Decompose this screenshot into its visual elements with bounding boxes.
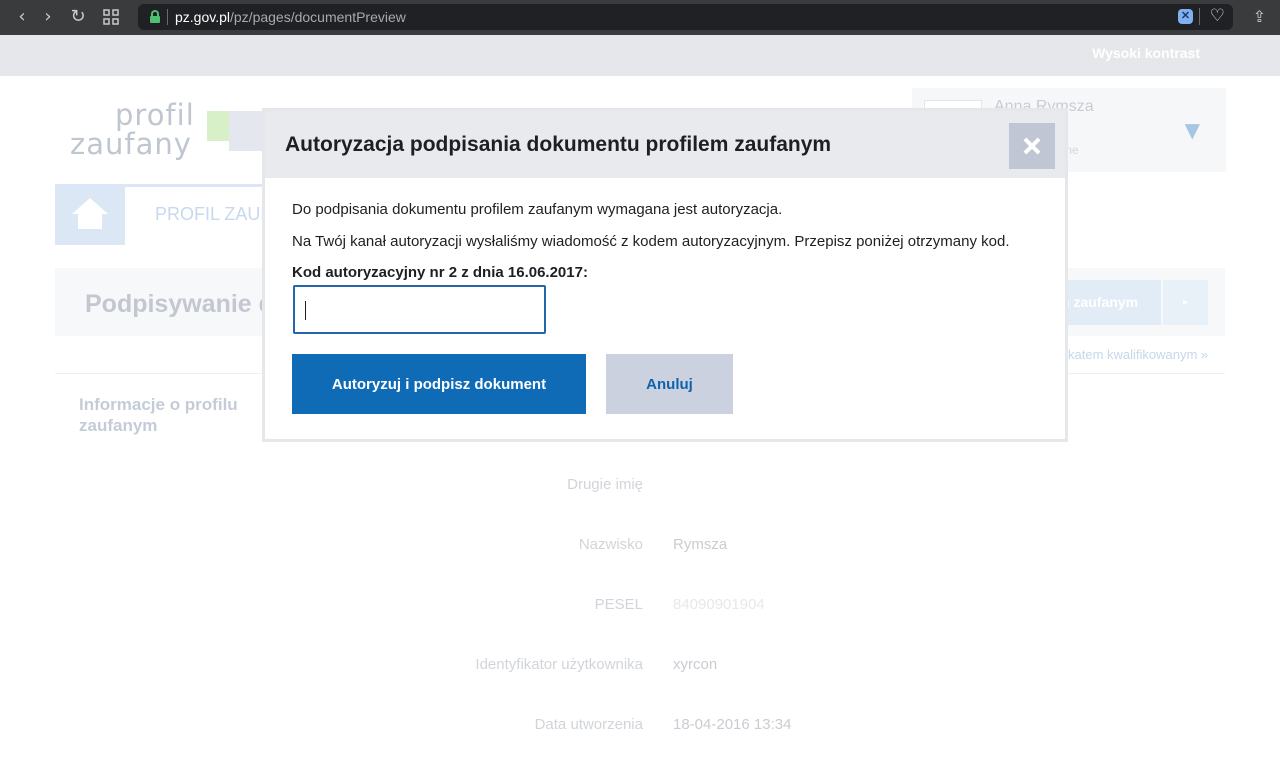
authorize-sign-button[interactable]: Autoryzuj i podpisz dokument — [292, 354, 586, 414]
accessibility-bar: Wysoki kontrast — [0, 35, 1280, 76]
sign-profile-button-label: n zaufanym — [1061, 294, 1139, 310]
toolbar-separator — [1199, 8, 1200, 25]
close-icon — [1009, 123, 1055, 169]
info-row: Identyfikator użytkownika xyrcon — [0, 656, 1280, 676]
url-separator — [167, 9, 168, 25]
forward-icon[interactable]: › — [37, 6, 59, 28]
info-label: Data utworzenia — [534, 716, 643, 733]
tab-indicator — [125, 184, 265, 187]
dialog-instructions-text: Na Twój kanał autoryzacji wysłaliśmy wia… — [292, 233, 1010, 250]
info-label: Drugie imię — [567, 476, 643, 493]
lock-icon — [150, 10, 160, 23]
heart-icon[interactable]: ♡ — [1210, 6, 1225, 27]
reload-icon[interactable]: ↻ — [67, 6, 89, 28]
share-icon[interactable]: ⇪ — [1253, 6, 1266, 28]
logo-line-1: profil — [115, 98, 195, 132]
url-path: /pz/pages/documentPreview — [230, 9, 406, 25]
dialog-title: Autoryzacja podpisania dokumentu profile… — [285, 133, 832, 156]
info-row: Drugie imię — [0, 476, 1280, 496]
address-bar[interactable]: pz.gov.pl/pz/pages/documentPreview ✕ ♡ — [138, 4, 1233, 30]
high-contrast-link[interactable]: Wysoki kontrast — [1092, 45, 1200, 61]
info-row: Nazwisko Rymsza — [0, 536, 1280, 556]
tab-home[interactable] — [55, 184, 125, 245]
logo-line-2: zaufany — [70, 127, 192, 161]
profil-zaufany-logo[interactable]: profil zaufany — [70, 101, 280, 166]
info-value: xyrcon — [673, 656, 718, 673]
url-text: pz.gov.pl/pz/pages/documentPreview — [175, 9, 406, 25]
back-icon[interactable]: ‹ — [11, 6, 33, 28]
info-section-header: Informacje o profilu zaufanym — [79, 395, 238, 435]
info-label: PESEL — [594, 596, 643, 613]
cancel-button[interactable]: Anuluj — [606, 354, 733, 414]
info-row: Data utworzenia 18-04-2016 13:34 — [0, 716, 1280, 736]
info-value: 84090901904 — [673, 596, 765, 613]
tab-profil-zaufany[interactable]: PROFIL ZAUF — [155, 204, 271, 225]
dialog-header: Autoryzacja podpisania dokumentu profile… — [265, 111, 1065, 178]
info-value: 18-04-2016 13:34 — [673, 716, 792, 733]
auth-code-input[interactable] — [293, 285, 546, 334]
info-label: Nazwisko — [578, 536, 643, 553]
authorization-dialog: Autoryzacja podpisania dokumentu profile… — [262, 108, 1068, 442]
info-label: Identyfikator użytkownika — [475, 656, 643, 673]
tabs-grid-icon[interactable] — [100, 6, 122, 28]
close-button[interactable] — [1009, 123, 1055, 169]
extension-icon[interactable]: ✕ — [1178, 9, 1193, 24]
info-value: Rymsza — [673, 536, 728, 553]
info-row: PESEL 84090901904 — [0, 596, 1280, 616]
page-title: Podpisywanie d — [85, 290, 274, 318]
auth-code-label: Kod autoryzacyjny nr 2 z dnia 16.06.2017… — [292, 264, 588, 281]
home-icon — [72, 198, 108, 230]
browser-toolbar: ‹ › ↻ pz.gov.pl/pz/pages/documentPreview… — [0, 0, 1280, 35]
sign-options-arrow-icon[interactable]: ▸ — [1163, 280, 1208, 325]
logo-graphic — [207, 111, 267, 151]
logo-text: profil zaufany — [70, 101, 195, 159]
url-host: pz.gov.pl — [175, 9, 230, 25]
dialog-intro-text: Do podpisania dokumentu profilem zaufany… — [292, 201, 783, 218]
text-caret — [305, 301, 306, 320]
qualified-certificate-link[interactable]: katem kwalifikowanym » — [1068, 347, 1208, 362]
chevron-down-icon[interactable]: ▼ — [1185, 118, 1200, 142]
